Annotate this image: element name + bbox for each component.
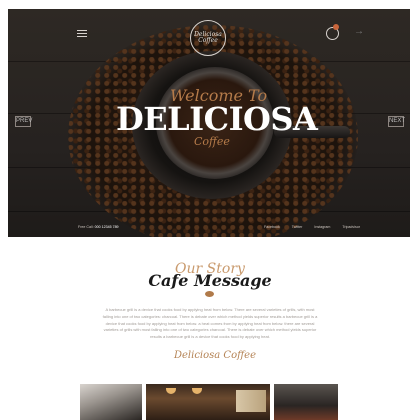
page: Deliciosa Coffee → PREV NEXT Welcome To … xyxy=(0,0,420,420)
free-call-info: Free Call: 000 12345 789 xyxy=(78,225,119,229)
brand-logo[interactable]: Deliciosa Coffee xyxy=(190,20,226,56)
menu-icon[interactable] xyxy=(77,28,87,39)
social-link-instagram[interactable]: Instagram xyxy=(314,225,330,229)
prev-slide-button[interactable]: PREV xyxy=(15,116,32,127)
story-body: A barbecue grill is a device that cooks … xyxy=(102,307,318,340)
brand-title: DELICIOSA xyxy=(116,100,318,138)
search-icon[interactable]: → xyxy=(354,27,364,37)
social-link-facebook[interactable]: Facebook xyxy=(264,225,280,229)
story-title: Cafe Message xyxy=(148,271,272,290)
next-slide-button[interactable]: NEXT xyxy=(388,116,405,127)
gallery-image-2[interactable] xyxy=(146,384,270,420)
coffee-script: Coffee xyxy=(194,135,230,148)
cart-badge xyxy=(333,24,339,30)
gallery-image-3[interactable] xyxy=(274,384,338,420)
menu-board xyxy=(236,390,266,412)
coffee-bean-icon xyxy=(205,291,214,297)
lamp-decoration xyxy=(192,388,202,394)
social-link-twitter[interactable]: Twitter xyxy=(292,225,303,229)
gallery-image-1[interactable] xyxy=(80,384,142,420)
signature: Deliciosa Coffee xyxy=(174,350,257,361)
logo-text: Deliciosa Coffee xyxy=(194,31,222,44)
social-links: Facebook Twitter Instagram Tripadvisor xyxy=(264,225,360,229)
social-link-tripadvisor[interactable]: Tripadvisor xyxy=(342,225,360,229)
lamp-decoration xyxy=(166,388,176,394)
call-label: Free Call: xyxy=(78,225,94,229)
call-number[interactable]: 000 12345 789 xyxy=(95,225,119,229)
